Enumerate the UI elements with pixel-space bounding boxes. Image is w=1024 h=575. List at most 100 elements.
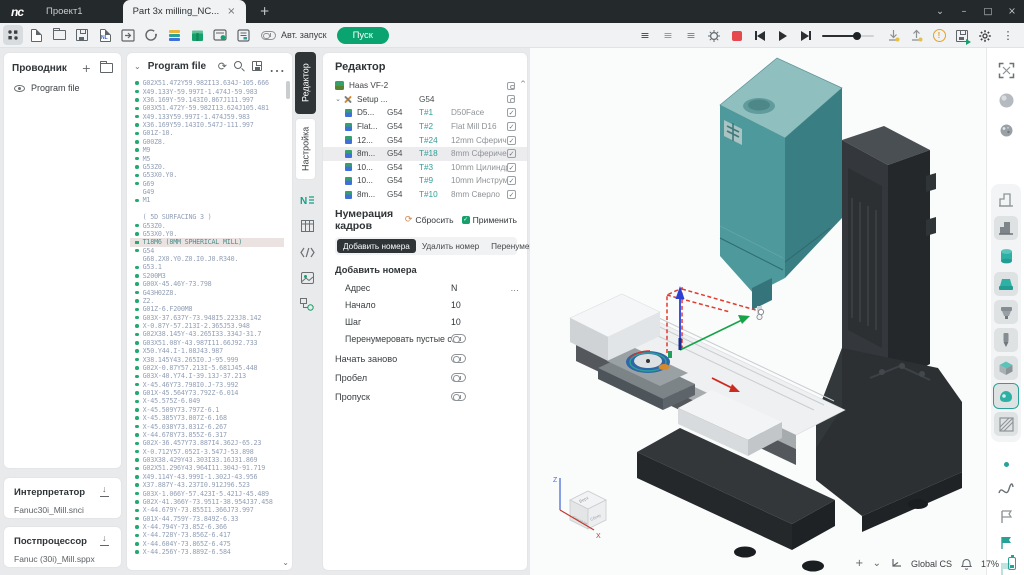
line-marker[interactable] [135,232,139,236]
gcode-line[interactable]: X-45.385Y73.807Z-6.168 [130,414,284,422]
gcode-line[interactable]: X-0.87Y-57.213I-2.365J53.948 [130,322,284,330]
line-marker[interactable] [135,81,139,85]
line-marker[interactable] [135,391,139,395]
download-icon[interactable] [99,535,111,547]
line-marker[interactable] [135,517,139,521]
gcode-line[interactable]: X-44.728Y-73.856Z-6.417 [130,531,284,539]
line-marker[interactable] [135,366,139,370]
line-marker[interactable] [135,199,139,203]
gcode-line[interactable]: X-44.678Y73.855Z-6.317 [130,431,284,439]
gcode-line[interactable]: G69 [130,180,284,188]
more-menu-button[interactable]: ⋮ [998,26,1018,46]
refresh-icon[interactable]: ⟳ [218,60,227,73]
gcode-line[interactable]: G03X51.472Y-59.982I13.624J105.481 [130,104,284,112]
gcode-line[interactable]: G03X-37.637Y-73.948I5.223J8.142 [130,314,284,322]
postprocessor-card[interactable]: Постпроцессор Fanuc (30i)_Mill.sppx [3,526,122,568]
view-list-button[interactable]: ≡ [635,26,655,46]
flow-tool-button[interactable] [297,294,317,314]
gcode-line[interactable]: X-45.575Z-6.049 [130,397,284,405]
save-program-icon[interactable] [252,61,262,71]
gcode-line[interactable]: G03X-1.066Y-57.423I-5.421J-45.489 [130,489,284,497]
tool-checkbox[interactable]: ✓ [507,149,516,158]
line-marker[interactable] [135,224,139,228]
gcode-line[interactable]: S200M3 [130,272,284,280]
gcode-line[interactable]: G02X-41.366Y-73.951I-38.954J37.458 [130,498,284,506]
save-button[interactable] [72,25,92,45]
settings-button[interactable] [975,26,995,46]
minimize-icon[interactable]: – [952,6,976,17]
apps-grid-button[interactable] [3,25,23,45]
gcode-line[interactable]: M9 [130,146,284,154]
field-menu-button[interactable]: … [510,283,519,293]
tool-row[interactable]: Flat...G54T#2Flat Mill D16✓ [323,120,527,134]
run-button[interactable]: Пуск [337,27,389,44]
line-marker[interactable] [135,375,139,379]
line-marker[interactable] [135,458,139,462]
line-marker[interactable] [135,341,139,345]
gcode-list[interactable]: G02X51.472Y59.982I13.634J-105.666X49.133… [130,79,284,556]
numbering-tab[interactable]: Удалить номер [416,239,485,253]
scroll-down-icon[interactable]: ⌄ [282,558,289,567]
line-marker[interactable] [135,215,139,219]
close-tab-icon[interactable]: × [227,6,235,17]
view-indent-list-button[interactable]: ≡ [658,26,678,46]
more-icon[interactable]: … [269,57,285,76]
gcode-line[interactable]: X-45.509Y73.797Z-6.1 [130,406,284,414]
line-marker[interactable] [135,483,139,487]
gcode-line[interactable]: G03X-40.Y74.I-39.13J-37.213 [130,372,284,380]
gcode-line[interactable]: G02X-0.87Y57.213I-5.681J45.448 [130,364,284,372]
show-holder-button[interactable] [994,300,1018,324]
gcode-button[interactable] [141,25,161,45]
line-marker[interactable] [135,207,139,211]
add-cs-icon[interactable]: + [855,558,863,569]
gcode-line[interactable]: G03X51.08Y-43.987I11.66J92.733 [130,339,284,347]
gcode-line[interactable] [130,205,284,213]
line-marker[interactable] [135,550,139,554]
gcode-line[interactable]: M1 [130,196,284,204]
gcode-line[interactable]: G54 [130,247,284,255]
open-folder-button[interactable] [49,25,69,45]
line-marker[interactable] [135,148,139,152]
setup-row[interactable]: ⌄ Setup ... G54 [323,93,527,107]
download-point-button[interactable] [883,26,903,46]
show-machine-outline-button[interactable] [994,188,1018,212]
line-marker[interactable] [135,408,139,412]
line-marker[interactable] [135,534,139,538]
visibility-icon[interactable] [14,85,25,92]
field-value[interactable]: 10 [451,300,461,310]
tool-checkbox[interactable]: ✓ [507,190,516,199]
gcode-line[interactable]: X-44.679Y-73.855I1.366J73.997 [130,506,284,514]
line-marker[interactable] [135,492,139,496]
nc-file-button[interactable]: NL [95,25,115,45]
line-marker[interactable] [135,98,139,102]
step-back-button[interactable] [750,26,770,46]
line-marker[interactable] [135,308,139,312]
gcode-line[interactable]: X36.169Y59.143I0.547J-111.997 [130,121,284,129]
reset-button[interactable]: ⟳Сбросить [405,215,454,225]
close-window-icon[interactable]: × [1000,6,1024,17]
code-tool-button[interactable] [297,242,317,262]
gcode-line[interactable]: X-44.256Y-73.889Z-6.584 [130,548,284,556]
gcode-line[interactable]: X-44.794Y-73.85Z-6.366 [130,523,284,531]
show-part-button[interactable] [994,384,1018,408]
gcode-line[interactable]: G53.1 [130,263,284,271]
view-cube[interactable]: Верх Спереди Сбоку Z X [553,477,606,540]
chevron-down-icon[interactable]: ⌄ [333,95,343,103]
line-marker[interactable] [135,500,139,504]
numbering-tab[interactable]: Добавить номера [337,239,416,253]
line-marker[interactable] [135,425,139,429]
line-marker[interactable] [135,190,139,194]
gcode-line[interactable]: G00Z8. [130,138,284,146]
line-marker[interactable] [135,140,139,144]
show-toolpath-button[interactable] [994,478,1018,502]
gcode-line[interactable]: X-44.604Y-73.865Z-6.475 [130,540,284,548]
tool-row[interactable]: 8m...G54T#108mm Сверло✓ [323,188,527,202]
download-icon[interactable] [99,486,111,498]
calculator-button[interactable] [210,25,230,45]
tool-row[interactable]: 10...G54T#910mm Инструмен...✓ [323,174,527,188]
stop-button[interactable] [727,26,747,46]
gcode-line[interactable]: G01Z-10. [130,129,284,137]
tool-checkbox[interactable]: ✓ [507,163,516,172]
line-marker[interactable] [135,467,139,471]
gcode-line[interactable]: G68.2X0.Y0.Z0.I0.J0.R340. [130,255,284,263]
